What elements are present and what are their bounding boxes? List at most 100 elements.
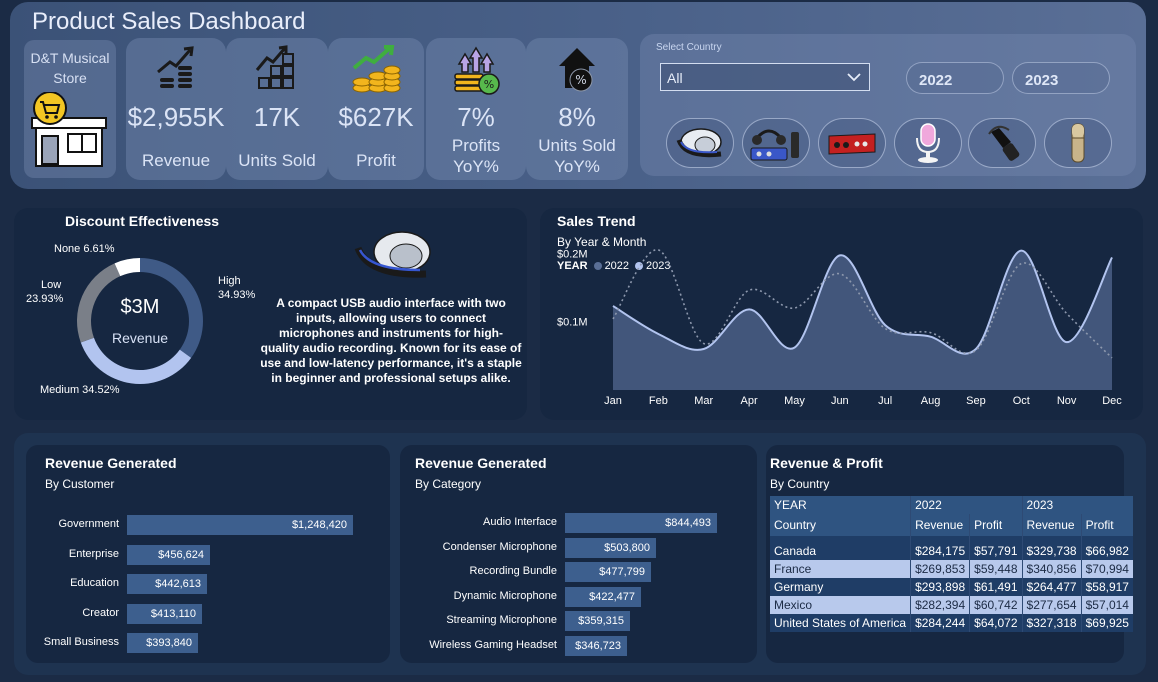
x-tick-label: Apr [741, 395, 758, 407]
bar[interactable]: $346,723 [565, 636, 627, 656]
product-recording-bundle-button[interactable] [742, 118, 810, 168]
year-header: YEAR [770, 496, 911, 514]
value-cell: $60,742 [969, 596, 1023, 614]
donut-center-value: $3M [120, 296, 160, 318]
col-revenue-2023: Revenue [1021, 514, 1082, 536]
col-profit-2022: Profit [969, 514, 1023, 536]
bar-label: Enterprise [68, 547, 119, 560]
value-cell: $327,318 [1021, 614, 1082, 632]
year-2022-label: 2022 [919, 72, 953, 89]
product-audio-interface-button[interactable] [818, 118, 886, 168]
bar-label: Wireless Gaming Headset [429, 639, 557, 651]
bar-value-label: $393,840 [146, 637, 192, 649]
growth-coins-icon [157, 46, 194, 88]
bar-label: Streaming Microphone [446, 614, 557, 627]
x-tick-label: Feb [649, 395, 668, 407]
label-none: None 6.61% [54, 243, 115, 255]
boxes-growth-icon [255, 45, 294, 89]
kpi-revenue-label: Revenue [141, 151, 211, 170]
product-headset-button[interactable] [666, 118, 734, 168]
bar[interactable]: $456,624 [127, 544, 210, 565]
country-header: Country [770, 514, 911, 536]
value-cell: $277,654 [1021, 596, 1082, 614]
label-high-pct: 34.93% [218, 289, 256, 301]
table-row: France $269,853 $59,448 $340,856 $70,994 [770, 560, 1133, 578]
product-condenser-mic-button[interactable] [1044, 118, 1112, 168]
country-cell: Canada [770, 542, 911, 560]
col-profit-2023: Profit [1080, 514, 1133, 536]
year-2023-label: 2023 [1025, 72, 1059, 89]
bar-value-label: $422,477 [589, 590, 635, 603]
country-cell: United States of America [770, 614, 911, 632]
year-2022-button[interactable]: 2022 [906, 62, 1004, 94]
year-2022-header: 2022 [910, 496, 1023, 514]
rev-customer-subtitle: By Customer [45, 477, 115, 491]
audio-interface-icon [828, 133, 876, 155]
value-cell: $59,448 [969, 560, 1023, 578]
rev-category-subtitle: By Category [415, 477, 482, 491]
bar-label: Creator [82, 606, 119, 619]
kpi-units-yoy-label: Units Sold YoY% [538, 136, 616, 176]
kpi-profit: $627K Profit [328, 38, 424, 180]
kpi-profit-value: $627K [338, 102, 414, 132]
bar[interactable]: $844,493 [565, 513, 717, 533]
year-2023-button[interactable]: 2023 [1012, 62, 1110, 94]
discount-title: Discount Effectiveness [65, 213, 220, 229]
table-row: United States of America $284,244 $64,07… [770, 614, 1133, 632]
value-cell: $264,477 [1021, 578, 1082, 596]
kpi-profit-label: Profit [356, 151, 396, 170]
value-cell: $66,982 [1080, 542, 1133, 560]
table-row: Germany $293,898 $61,491 $264,477 $58,91… [770, 578, 1133, 596]
bar-value-label: $413,110 [150, 607, 196, 620]
header-banner: Product Sales Dashboard D&T Musical Stor… [10, 2, 1146, 189]
product-description: A compact USB audio interface with two i… [260, 296, 522, 385]
country-select[interactable]: All [660, 63, 870, 91]
label-low-name: Low [41, 279, 62, 291]
revenue-profit-table: YEAR 2022 2023 Country Revenue Profit Re… [770, 496, 1133, 632]
kpi-units-value: 17K [253, 102, 301, 132]
store-name: D&T Musical Store [30, 50, 110, 86]
kpi-profits-yoy-label: Profits YoY% [451, 136, 501, 176]
house-percent-icon: % [559, 48, 595, 92]
x-tick-label: Sep [966, 395, 986, 407]
value-cell: $64,072 [969, 614, 1023, 632]
label-low-pct: 23.93% [26, 293, 64, 305]
bar[interactable]: $413,110 [127, 603, 202, 624]
revenue-by-category-panel: Revenue Generated By Category Audio Inte… [400, 445, 757, 663]
rev-customer-title: Revenue Generated [45, 455, 177, 471]
value-cell: $340,856 [1021, 560, 1082, 578]
bar[interactable]: $422,477 [565, 586, 641, 607]
bar-label: Condenser Microphone [442, 540, 557, 553]
x-tick-label: Jun [831, 395, 849, 407]
product-dynamic-mic-button[interactable] [968, 118, 1036, 168]
table-row: Canada $284,175 $57,791 $329,738 $66,982 [770, 542, 1133, 560]
bar-value-label: $477,799 [599, 566, 645, 579]
bar-label: Government [58, 518, 119, 530]
product-streaming-mic-button[interactable] [894, 118, 962, 168]
bar[interactable]: $1,248,420 [127, 515, 353, 535]
bar[interactable]: $393,840 [127, 633, 198, 653]
x-tick-label: Mar [694, 395, 713, 407]
y-tick-label: $0.1M [557, 317, 588, 329]
dynamic-mic-icon [988, 125, 1020, 161]
bar-label: Audio Interface [483, 516, 557, 528]
chevron-down-icon [847, 73, 861, 82]
bar[interactable]: $359,315 [565, 611, 630, 632]
country-cell: Germany [770, 578, 911, 596]
value-cell: $293,898 [910, 578, 970, 596]
x-tick-label: Jul [878, 395, 892, 407]
bar[interactable]: $503,800 [565, 537, 656, 558]
bar[interactable]: $477,799 [565, 562, 651, 583]
bar-label: Dynamic Microphone [453, 589, 557, 602]
sales-trend-chart[interactable]: $0.1M $0.2M Jan Feb Mar Apr May Jun Jul Aug Sep Oct… [540, 208, 1143, 420]
bar-value-label: $456,624 [158, 548, 204, 561]
country-cell: France [770, 560, 911, 578]
svg-text:%: % [484, 78, 494, 91]
bar-value-label: $844,493 [665, 517, 711, 529]
x-tick-label: Jan [604, 395, 622, 407]
revenue-by-customer-panel: Revenue Generated By Customer Government… [26, 445, 390, 663]
discount-donut-chart[interactable] [65, 246, 215, 396]
bar[interactable]: $442,613 [127, 574, 207, 594]
country-select-label: Select Country [656, 42, 722, 53]
bar-value-label: $442,613 [155, 578, 201, 590]
